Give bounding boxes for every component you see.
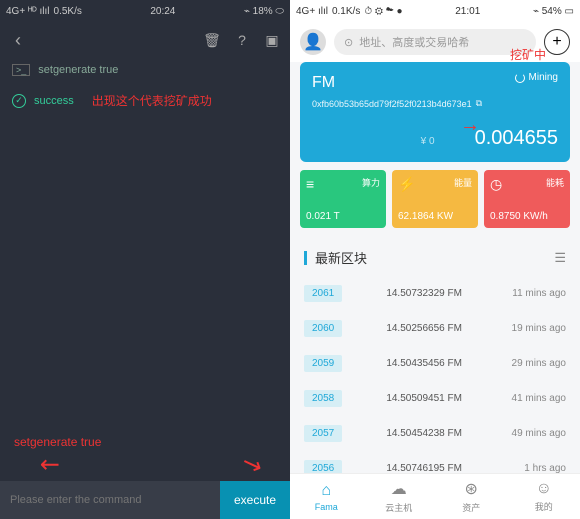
avatar[interactable]: 👤 [300, 29, 326, 55]
menu-icon[interactable]: ☰ [554, 250, 566, 266]
accent-bar [304, 251, 307, 265]
stat-label: 能量 [454, 176, 472, 189]
stat-icon: ⚡ [398, 176, 415, 193]
block-number: 2059 [304, 355, 342, 372]
arrow-annotation: → [460, 114, 480, 137]
terminal-screen: 4G+ ᴴᴰ ılıl0.5K/s 20:24 ⌁ 18% ⬭ ‹ 🗑 ? ▣ … [0, 0, 290, 519]
add-button[interactable]: + [544, 29, 570, 55]
copy-icon[interactable]: ⧉ [476, 98, 482, 109]
status-bar: 4G+ ılıl0.1K/s⏱ ⚙ ☁ ● 21:01 ⌁ 54% ▭ [290, 0, 580, 22]
block-amount: 14.50509451 FM [342, 393, 506, 404]
block-number: 2058 [304, 390, 342, 407]
block-amount: 14.50732329 FM [342, 288, 506, 299]
stat-value: 0.8750 KW/h [490, 211, 548, 222]
tab-label: Fama [315, 502, 338, 512]
tab-资产[interactable]: ⊛ 资产 [435, 474, 508, 519]
block-row[interactable]: 205814.50509451 FM41 mins ago [300, 382, 570, 415]
block-amount: 14.50746195 FM [342, 463, 506, 473]
toolbar: ‹ 🗑 ? ▣ [0, 22, 290, 58]
tab-bar: ⌂ Fama ☁ 云主机 ⊛ 资产 ☺ 我的 [290, 473, 580, 519]
block-time: 19 mins ago [506, 323, 566, 334]
tab-云主机[interactable]: ☁ 云主机 [363, 474, 436, 519]
check-icon: ✓ [12, 94, 26, 108]
tab-我的[interactable]: ☺ 我的 [508, 474, 580, 519]
annotation-success: 出现这个代表挖矿成功 [92, 92, 212, 109]
tab-label: 云主机 [385, 501, 412, 514]
success-line: ✓ success 出现这个代表挖矿成功 [0, 82, 290, 119]
stat-label: 算力 [362, 176, 380, 189]
stat-icon: ≡ [306, 176, 314, 192]
tab-label: 资产 [462, 501, 480, 514]
block-time: 1 hrs ago [506, 463, 566, 473]
status-bar: 4G+ ᴴᴰ ılıl0.5K/s 20:24 ⌁ 18% ⬭ [0, 0, 290, 22]
stat-label: 能耗 [546, 176, 564, 189]
command-input-bar: execute [0, 481, 290, 519]
block-row[interactable]: 205914.50435456 FM29 mins ago [300, 347, 570, 380]
spinner-icon [515, 73, 525, 83]
section-header: 最新区块 ☰ [300, 238, 570, 277]
block-number: 2057 [304, 425, 342, 442]
stat-card[interactable]: ⚡ 能量 62.1864 KW [392, 170, 478, 228]
block-number: 2056 [304, 460, 342, 473]
block-amount: 14.50256656 FM [342, 323, 506, 334]
search-input[interactable]: ⊙ 地址、高度或交易哈希 [334, 29, 536, 55]
block-time: 41 mins ago [506, 393, 566, 404]
mining-status: Mining [515, 72, 558, 83]
annotation-mining: 挖矿中 [510, 46, 546, 63]
wallet-card[interactable]: FM Mining 0xfb60b53b65dd79f2f52f0213b4d6… [300, 62, 570, 162]
tab-icon: ⊛ [465, 479, 478, 499]
help-icon[interactable]: ? [232, 30, 252, 50]
block-list: 206114.50732329 FM11 mins ago206014.5025… [300, 277, 570, 473]
block-row[interactable]: 206114.50732329 FM11 mins ago [300, 277, 570, 310]
command-input[interactable] [0, 481, 220, 519]
command-line: >_ setgenerate true [0, 58, 290, 82]
trash-icon[interactable]: 🗑 [202, 30, 222, 50]
stat-icon: ◷ [490, 176, 502, 193]
stat-card[interactable]: ≡ 算力 0.021 T [300, 170, 386, 228]
prompt-icon: >_ [12, 64, 30, 76]
block-time: 11 mins ago [506, 288, 566, 299]
stat-value: 62.1864 KW [398, 211, 453, 222]
block-row[interactable]: 206014.50256656 FM19 mins ago [300, 312, 570, 345]
block-row[interactable]: 205614.50746195 FM1 hrs ago [300, 452, 570, 473]
annotation-hint: setgenerate true [14, 435, 101, 449]
arrow-annotation: ↘ [238, 447, 267, 481]
balance: ¥ 00.004655 [312, 127, 558, 150]
search-icon: ⊙ [344, 36, 353, 49]
tab-Fama[interactable]: ⌂ Fama [290, 474, 363, 519]
execute-button[interactable]: execute [220, 481, 290, 519]
block-amount: 14.50454238 FM [342, 428, 506, 439]
block-number: 2061 [304, 285, 342, 302]
stats-row: ≡ 算力 0.021 T ⚡ 能量 62.1864 KW ◷ 能耗 0.8750 KW/h [300, 170, 570, 228]
wallet-address: 0xfb60b53b65dd79f2f52f0213b4d673e1⧉ [312, 98, 558, 109]
tab-icon: ☁ [391, 479, 407, 499]
stat-value: 0.021 T [306, 211, 340, 222]
block-time: 29 mins ago [506, 358, 566, 369]
wallet-screen: 4G+ ılıl0.1K/s⏱ ⚙ ☁ ● 21:01 ⌁ 54% ▭ 👤 ⊙ … [290, 0, 580, 519]
back-icon[interactable]: ‹ [8, 30, 28, 50]
stat-card[interactable]: ◷ 能耗 0.8750 KW/h [484, 170, 570, 228]
content: FM Mining 0xfb60b53b65dd79f2f52f0213b4d6… [290, 62, 580, 473]
terminal-icon[interactable]: ▣ [262, 30, 282, 50]
block-row[interactable]: 205714.50454238 FM49 mins ago [300, 417, 570, 450]
block-amount: 14.50435456 FM [342, 358, 506, 369]
block-number: 2060 [304, 320, 342, 337]
tab-icon: ☺ [536, 480, 552, 498]
block-time: 49 mins ago [506, 428, 566, 439]
tab-icon: ⌂ [321, 482, 331, 500]
arrow-annotation: ↙ [33, 447, 68, 482]
tab-label: 我的 [535, 500, 553, 513]
